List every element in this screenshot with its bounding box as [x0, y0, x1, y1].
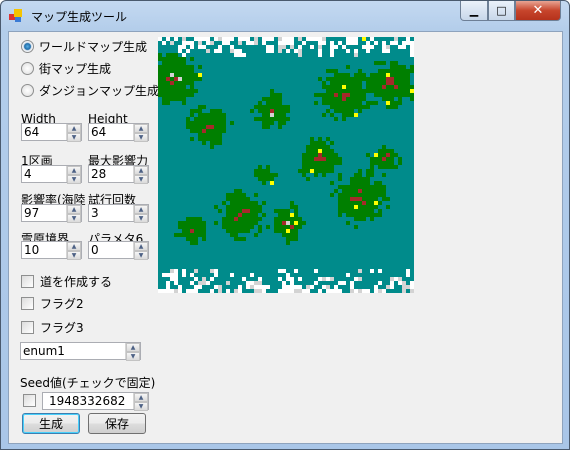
spin-down-button[interactable]: ▼ [67, 175, 81, 184]
radio-label: 街マップ生成 [39, 62, 112, 76]
param-spinner[interactable]: 10 ▲ ▼ [21, 241, 82, 260]
radio-label: ダンジョンマップ生成 [39, 84, 160, 98]
spin-up-button[interactable]: ▲ [67, 242, 81, 251]
spin-down-button[interactable]: ▼ [134, 214, 148, 223]
window-title: マップ生成ツール [31, 10, 128, 24]
param-spinner[interactable]: 28 ▲ ▼ [88, 165, 149, 184]
spin-down-button[interactable]: ▼ [134, 402, 148, 411]
param-value: 3 [91, 206, 99, 220]
app-icon [9, 9, 23, 22]
param-value: 64 [24, 125, 40, 139]
spin-down-button[interactable]: ▼ [126, 352, 140, 361]
spin-down-button[interactable]: ▼ [134, 175, 148, 184]
param-spinner[interactable]: 3 ▲ ▼ [88, 204, 149, 223]
param-spinner[interactable]: 64 ▲ ▼ [88, 123, 149, 142]
enum-spinner[interactable]: enum1 ▲ ▼ [20, 342, 141, 361]
seed-fix-checkbox[interactable] [23, 394, 36, 407]
enum-value: enum1 [23, 344, 65, 358]
close-button[interactable]: ✕ [515, 1, 561, 21]
generate-button[interactable]: 生成 [22, 413, 80, 434]
app-window: マップ生成ツール ▁ □ ✕ ワールドマップ生成 街マップ生成 ダンジョンマップ… [0, 0, 570, 450]
spin-down-button[interactable]: ▼ [134, 133, 148, 142]
seed-label: Seed値(チェックで固定) [20, 376, 156, 390]
maximize-button[interactable]: □ [488, 1, 515, 21]
spin-up-button[interactable]: ▲ [134, 393, 148, 402]
client-area: ワールドマップ生成 街マップ生成 ダンジョンマップ生成 Width 64 ▲ ▼ He… [8, 31, 563, 444]
minimize-button[interactable]: ▁ [460, 1, 488, 21]
spin-down-button[interactable]: ▼ [134, 251, 148, 260]
minimize-icon: ▁ [469, 4, 479, 17]
spin-down-button[interactable]: ▼ [67, 251, 81, 260]
checkbox-box [21, 275, 34, 288]
spin-up-button[interactable]: ▲ [134, 242, 148, 251]
spin-up-button[interactable]: ▲ [67, 205, 81, 214]
radio-town-map[interactable]: 街マップ生成 [21, 60, 111, 77]
checkbox-flag3[interactable]: フラグ3 [21, 319, 84, 336]
checkbox-box [21, 297, 34, 310]
param-value: 4 [24, 167, 32, 181]
radio-indicator [21, 62, 34, 75]
checkbox-label: フラグ2 [40, 297, 84, 311]
generated-map [158, 37, 414, 293]
param-value: 0 [91, 243, 99, 257]
radio-label: ワールドマップ生成 [39, 40, 148, 54]
param-spinner[interactable]: 0 ▲ ▼ [88, 241, 149, 260]
checkbox-label: 道を作成する [40, 275, 113, 289]
param-value: 10 [24, 243, 40, 257]
param-spinner[interactable]: 97 ▲ ▼ [21, 204, 82, 223]
checkbox-label: フラグ3 [40, 321, 84, 335]
seed-value: 1948332682 [49, 394, 126, 408]
spin-up-button[interactable]: ▲ [67, 166, 81, 175]
checkbox-create-road[interactable]: 道を作成する [21, 273, 112, 290]
radio-indicator [21, 84, 34, 97]
radio-world-map[interactable]: ワールドマップ生成 [21, 38, 147, 55]
param-spinner[interactable]: 4 ▲ ▼ [21, 165, 82, 184]
seed-spinner[interactable]: 1948332682 ▲ ▼ [42, 392, 149, 411]
spin-up-button[interactable]: ▲ [126, 343, 140, 352]
checkbox-box [21, 321, 34, 334]
maximize-icon: □ [496, 4, 507, 17]
spin-down-button[interactable]: ▼ [67, 133, 81, 142]
spin-down-button[interactable]: ▼ [67, 214, 81, 223]
radio-dungeon-map[interactable]: ダンジョンマップ生成 [21, 82, 159, 99]
param-value: 28 [91, 167, 107, 181]
param-value: 64 [91, 125, 107, 139]
spin-up-button[interactable]: ▲ [134, 166, 148, 175]
save-button[interactable]: 保存 [88, 413, 146, 434]
spin-up-button[interactable]: ▲ [134, 205, 148, 214]
close-icon: ✕ [532, 3, 544, 18]
radio-indicator [21, 40, 34, 53]
param-value: 97 [24, 206, 40, 220]
param-spinner[interactable]: 64 ▲ ▼ [21, 123, 82, 142]
spin-up-button[interactable]: ▲ [134, 124, 148, 133]
spin-up-button[interactable]: ▲ [67, 124, 81, 133]
checkbox-flag2[interactable]: フラグ2 [21, 295, 84, 312]
